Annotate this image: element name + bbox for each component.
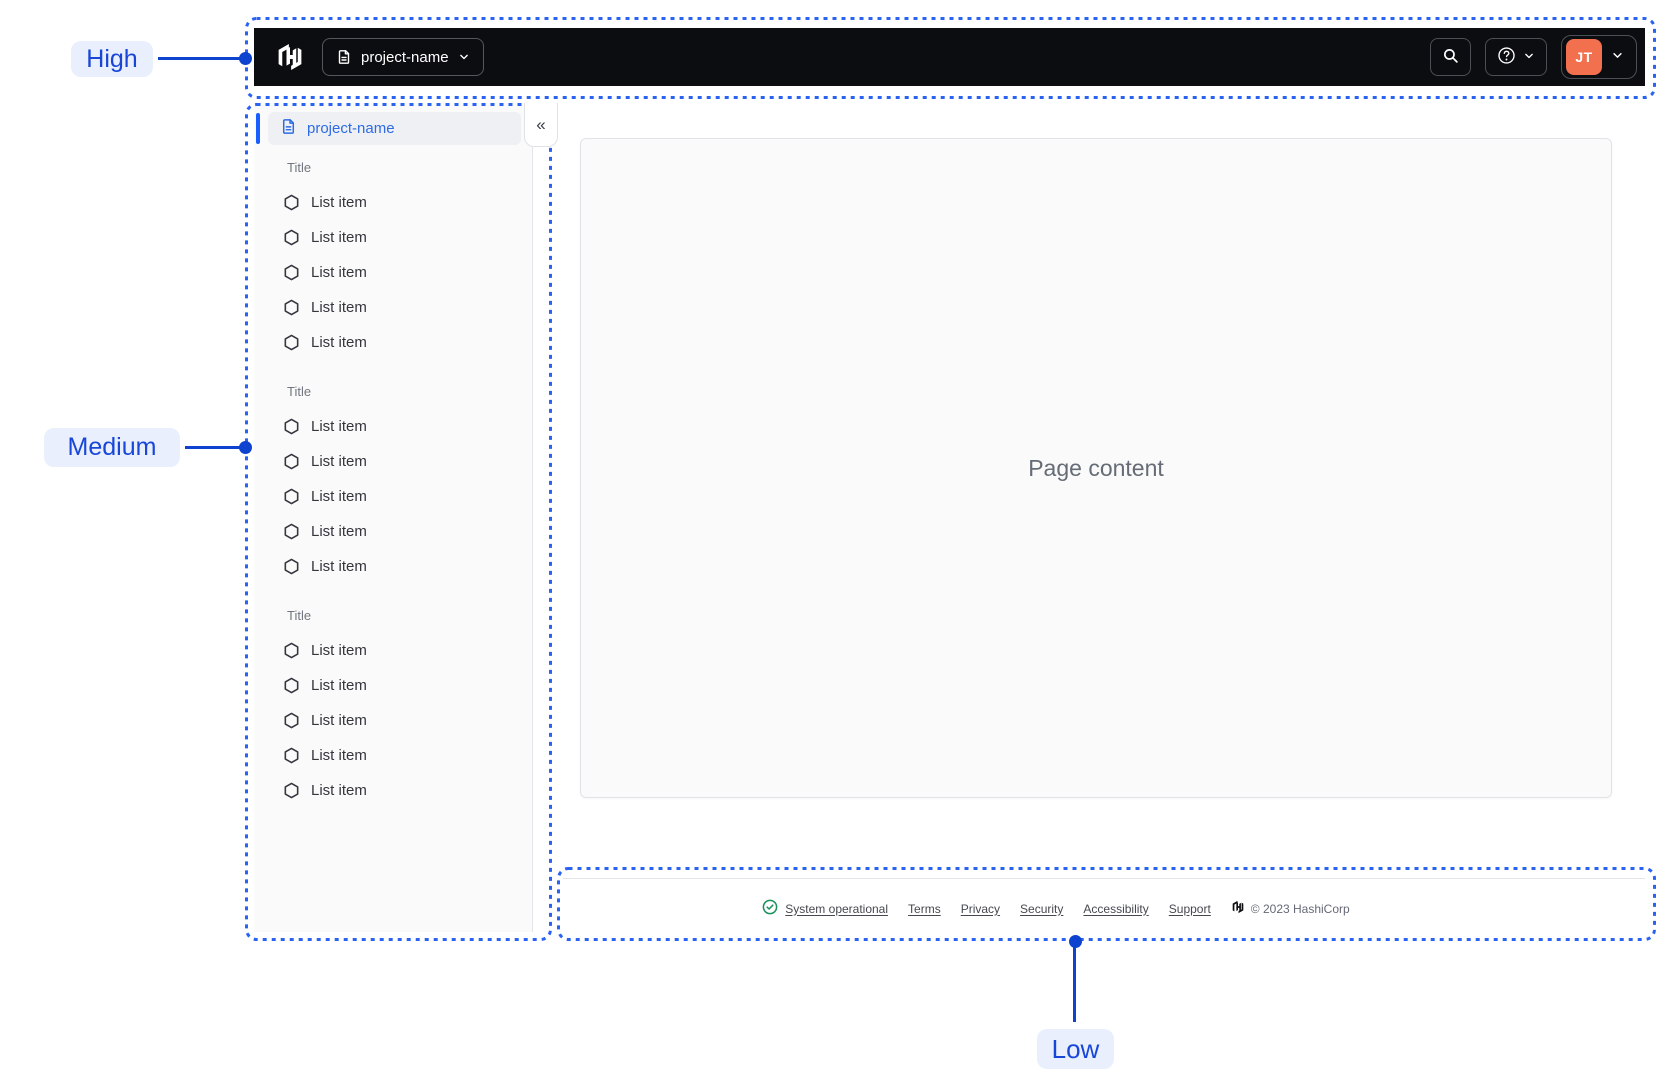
connector-dot-low [1069, 935, 1082, 948]
density-label-low: Low [1037, 1029, 1114, 1069]
sidebar-list-item[interactable]: List item [254, 703, 533, 738]
navbar-actions: JT [1430, 35, 1637, 79]
search-icon [1442, 47, 1459, 67]
sidebar-list-item[interactable]: List item [254, 479, 533, 514]
hashicorp-logo-small [1231, 900, 1245, 917]
sidebar-section: Title List item List item List item List… [254, 374, 533, 584]
sidebar-list-item[interactable]: List item [254, 773, 533, 808]
sidebar-collapse-button[interactable]: « [524, 103, 558, 147]
document-icon [336, 49, 352, 65]
top-navbar: project-name JT [254, 28, 1645, 86]
connector-dot-medium [239, 441, 252, 454]
hexagon-icon [283, 488, 300, 505]
check-circle-icon [762, 899, 778, 918]
hexagon-icon [283, 782, 300, 799]
sidebar-item-label: List item [311, 523, 367, 540]
sidebar-list-item[interactable]: List item [254, 668, 533, 703]
sidebar-item-label: List item [311, 453, 367, 470]
system-status-link[interactable]: System operational [762, 899, 888, 918]
hashicorp-logo [274, 41, 306, 73]
sidebar-item-label: List item [311, 229, 367, 246]
footer-link-privacy[interactable]: Privacy [961, 902, 1000, 916]
footer-link-security[interactable]: Security [1020, 902, 1063, 916]
hexagon-icon [283, 558, 300, 575]
sidebar-list-item[interactable]: List item [254, 738, 533, 773]
sidebar-item-label: List item [311, 747, 367, 764]
sidebar-section-title: Title [287, 384, 312, 399]
side-nav-panel: project-name Title List item List item L… [254, 103, 533, 932]
sidebar-item-label: List item [311, 264, 367, 281]
sidebar-item-label: List item [311, 418, 367, 435]
active-indicator [256, 113, 260, 144]
hexagon-icon [283, 523, 300, 540]
collapse-icon: « [536, 115, 546, 134]
hexagon-icon [283, 229, 300, 246]
hexagon-icon [283, 642, 300, 659]
hexagon-icon [283, 299, 300, 316]
sidebar-item-label: List item [311, 712, 367, 729]
page-footer: System operational Terms Privacy Securit… [563, 878, 1645, 938]
copyright-text: © 2023 HashiCorp [1250, 901, 1350, 916]
help-circle-icon [1497, 46, 1516, 68]
connector-line-medium [185, 446, 245, 449]
sidebar-sections: Title List item List item List item List… [254, 150, 533, 808]
connector-line-low [1073, 941, 1076, 1022]
hexagon-icon [283, 194, 300, 211]
sidebar-list-item[interactable]: List item [254, 325, 533, 360]
sidebar-list-item[interactable]: List item [254, 255, 533, 290]
project-switcher-label: project-name [361, 48, 449, 66]
sidebar-item-label: List item [311, 488, 367, 505]
footer-link-accessibility[interactable]: Accessibility [1083, 902, 1148, 916]
sidebar-section: Title List item List item List item List… [254, 150, 533, 360]
sidebar-list-item[interactable]: List item [254, 549, 533, 584]
hexagon-icon [283, 334, 300, 351]
connector-dot-high [239, 52, 252, 65]
sidebar-list-item[interactable]: List item [254, 290, 533, 325]
sidebar-section-title: Title [287, 608, 312, 623]
hexagon-icon [283, 712, 300, 729]
sidebar-list-item[interactable]: List item [254, 220, 533, 255]
avatar: JT [1566, 39, 1602, 75]
sidebar-list-item[interactable]: List item [254, 633, 533, 668]
hcp-layout-density-doc: project-name JT project-name Title List … [0, 0, 1672, 1078]
sidebar-list-item[interactable]: List item [254, 444, 533, 479]
hexagon-icon [283, 747, 300, 764]
hexagon-icon [283, 453, 300, 470]
help-menu-button[interactable] [1485, 38, 1547, 76]
project-switcher-button[interactable]: project-name [322, 38, 484, 76]
system-status-label: System operational [785, 901, 889, 916]
hexagon-icon [283, 677, 300, 694]
copyright: © 2023 HashiCorp [1231, 900, 1350, 917]
side-nav: project-name Title List item List item L… [254, 103, 558, 932]
sidebar-list-item[interactable]: List item [254, 409, 533, 444]
document-icon [280, 118, 297, 139]
sidebar-section: Title List item List item List item List… [254, 598, 533, 808]
density-label-medium: Medium [44, 428, 180, 467]
chevron-down-icon [1523, 50, 1535, 65]
sidebar-section-title: Title [287, 160, 312, 175]
chevron-down-icon [458, 51, 470, 63]
sidebar-list-item[interactable]: List item [254, 185, 533, 220]
sidebar-item-label: List item [311, 782, 367, 799]
page-content-label: Page content [1028, 454, 1164, 481]
sidebar-item-label: List item [311, 194, 367, 211]
footer-link-support[interactable]: Support [1169, 902, 1211, 916]
search-button[interactable] [1430, 38, 1471, 76]
footer-link-terms[interactable]: Terms [908, 902, 941, 916]
density-label-high: High [71, 41, 153, 77]
sidebar-item-label: List item [311, 677, 367, 694]
page-content-area: Page content [580, 138, 1612, 798]
connector-line-high [158, 57, 245, 60]
sidebar-project-link[interactable]: project-name [268, 112, 521, 145]
hexagon-icon [283, 418, 300, 435]
chevron-down-icon [1611, 49, 1624, 65]
sidebar-item-label: List item [311, 334, 367, 351]
sidebar-item-label: List item [311, 558, 367, 575]
sidebar-item-label: List item [311, 642, 367, 659]
sidebar-item-label: List item [311, 299, 367, 316]
user-menu-button[interactable]: JT [1561, 35, 1637, 79]
sidebar-list-item[interactable]: List item [254, 514, 533, 549]
hexagon-icon [283, 264, 300, 281]
sidebar-project-label: project-name [307, 120, 395, 137]
